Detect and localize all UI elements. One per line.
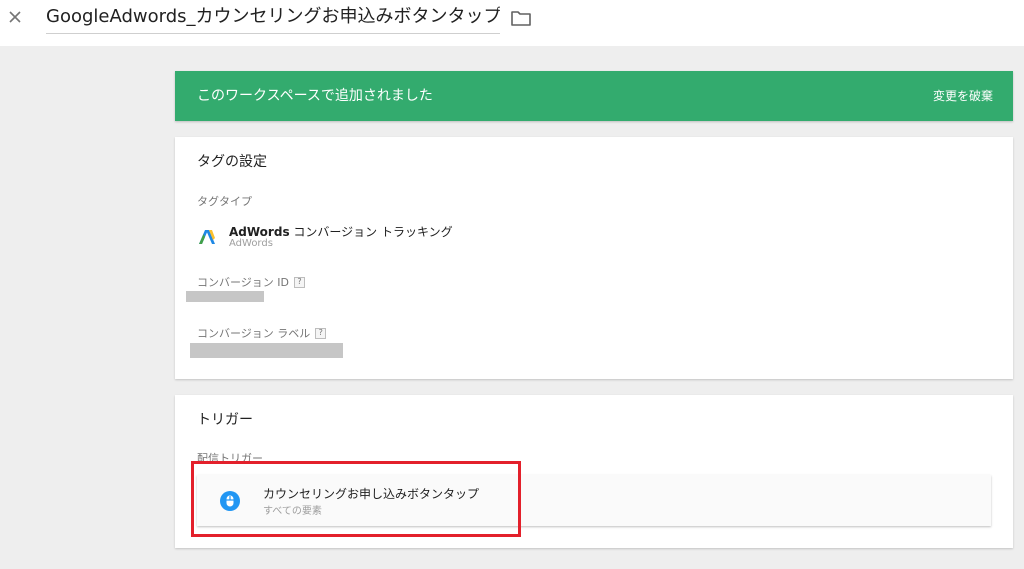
banner-message: このワークスペースで追加されました — [197, 88, 433, 104]
trigger-item[interactable]: カウンセリングお申し込みボタンタップ すべての要素 — [197, 475, 991, 526]
folder-icon — [511, 11, 531, 26]
close-button[interactable] — [4, 6, 26, 28]
conversion-id-label: コンバージョン ID ? — [197, 274, 305, 290]
redacted-conversion-id — [186, 291, 264, 302]
tag-type-brand: AdWords — [229, 225, 290, 239]
conversion-id-label-text: コンバージョン ID — [197, 276, 289, 289]
discard-changes-button[interactable]: 変更を破棄 — [933, 71, 993, 121]
folder-button[interactable] — [510, 9, 532, 27]
close-icon — [9, 11, 21, 23]
tag-config-title: タグの設定 — [197, 154, 267, 170]
trigger-card: トリガー 配信トリガー カウンセリングお申し込みボタンタップ すべての要素 — [175, 395, 1013, 548]
conversion-label-label: コンバージョン ラベル ? — [197, 325, 327, 341]
click-trigger-icon — [219, 490, 241, 512]
tag-type-label: タグタイプ — [197, 195, 252, 208]
tag-type-suffix: コンバージョン トラッキング — [289, 225, 453, 239]
workspace-banner: このワークスペースで追加されました 変更を破棄 — [175, 71, 1013, 121]
help-icon[interactable]: ? — [315, 327, 327, 339]
trigger-item-name: カウンセリングお申し込みボタンタップ — [263, 487, 480, 501]
firing-trigger-label: 配信トリガー — [197, 452, 263, 465]
adwords-logo-icon — [197, 228, 217, 246]
redacted-conversion-label — [190, 343, 343, 358]
tag-name-text: GoogleAdwords_カウンセリングお申込みボタンタップ — [46, 6, 500, 27]
tag-name-input[interactable]: GoogleAdwords_カウンセリングお申込みボタンタップ — [46, 2, 500, 34]
top-bar: GoogleAdwords_カウンセリングお申込みボタンタップ — [0, 0, 1024, 46]
trigger-title: トリガー — [197, 412, 253, 428]
conversion-label-label-text: コンバージョン ラベル — [197, 327, 311, 340]
tag-config-card: タグの設定 タグタイプ AdWords コンバージョン トラッキング AdWor… — [175, 137, 1013, 379]
help-icon[interactable]: ? — [294, 276, 305, 288]
tag-type-row[interactable]: AdWords コンバージョン トラッキング AdWords — [197, 223, 597, 251]
tag-type-sub: AdWords — [229, 238, 273, 249]
trigger-item-sub: すべての要素 — [263, 506, 322, 517]
